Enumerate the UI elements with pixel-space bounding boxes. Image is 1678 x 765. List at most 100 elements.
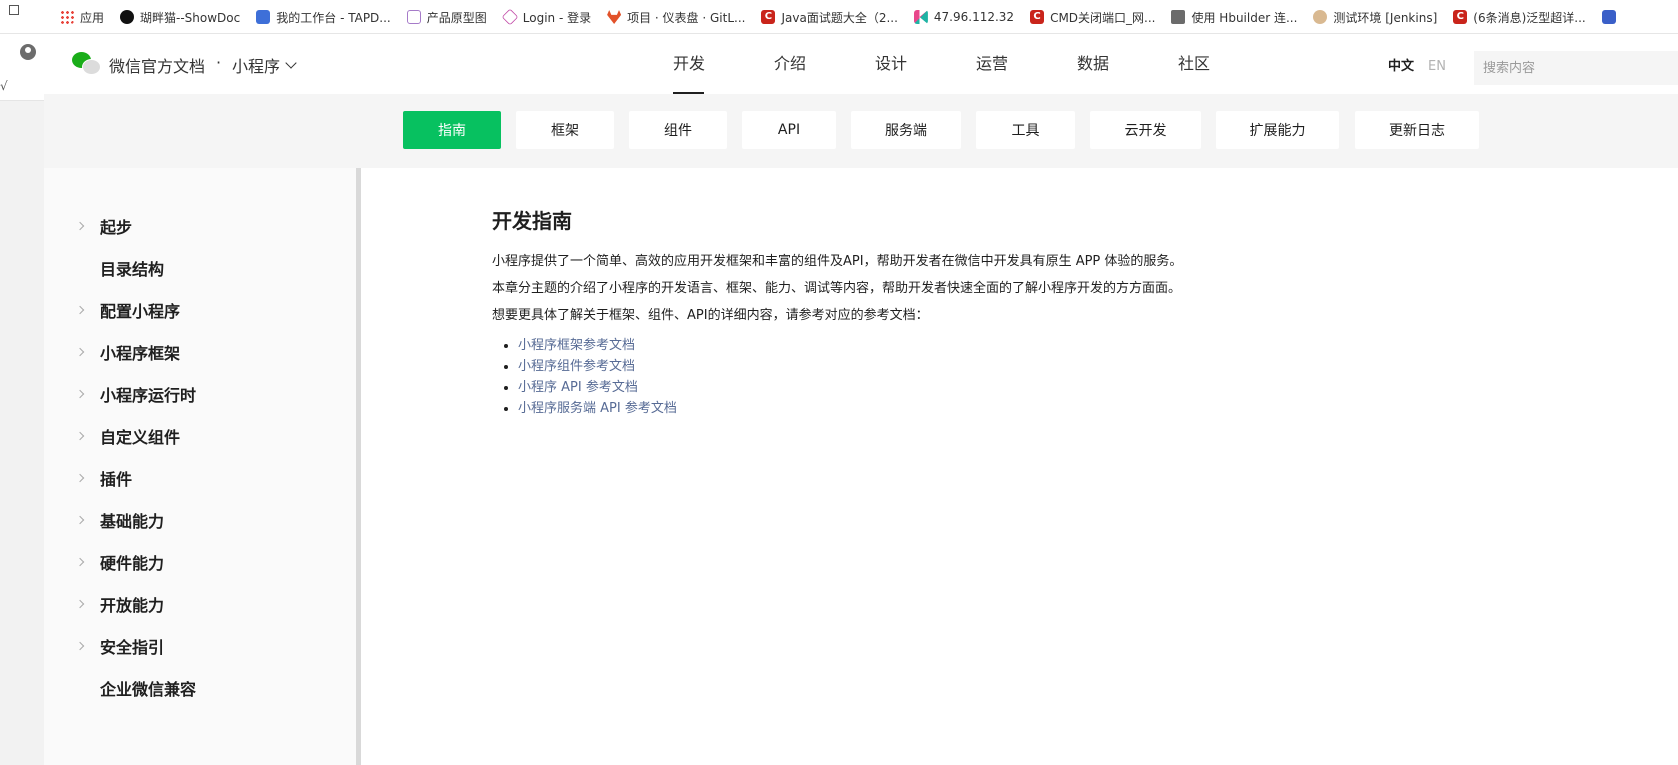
site-title[interactable]: 微信官方文档: [109, 53, 205, 77]
apps-grid-icon: [60, 10, 74, 24]
link-framework-reference[interactable]: 小程序框架参考文档: [518, 338, 635, 353]
bookmark-gitlab[interactable]: 项目 · 仪表盘 · GitL...: [607, 9, 745, 26]
sidebar-item-security[interactable]: 安全指引: [44, 625, 356, 667]
bookmark-list: 应用 瑚畔猫--ShowDoc 我的工作台 - TAPD... 产品原型图 Lo…: [60, 0, 1638, 34]
intro-text: 小程序提供了一个简单、高效的应用开发框架和丰富的组件及API，帮助开发者在微信中…: [492, 248, 1492, 329]
bookmark-ip[interactable]: 47.96.112.32: [913, 10, 1014, 24]
sidebar-item-plugins[interactable]: 插件: [44, 457, 356, 499]
sidebar-item-config[interactable]: 配置小程序: [44, 289, 356, 331]
list-item: 小程序服务端 API 参考文档: [518, 398, 1492, 419]
sidebar: 起步 目录结构 配置小程序 小程序框架 小程序运行时 自定义组件 插件 基础能力…: [44, 168, 356, 765]
chevron-right-icon: [75, 473, 85, 483]
sidebar-scrollbar[interactable]: [356, 168, 361, 765]
nav-data[interactable]: 数据: [1077, 34, 1178, 94]
bookmark-java[interactable]: C Java面试题大全（2...: [761, 9, 898, 26]
bookmark-apps[interactable]: 应用: [60, 9, 104, 26]
kibana-icon: [913, 10, 928, 24]
checkbox-icon[interactable]: [9, 5, 19, 15]
jenkins-icon: [1313, 10, 1328, 24]
subnav-tools[interactable]: 工具: [976, 111, 1075, 149]
subnav-changelog[interactable]: 更新日志: [1355, 111, 1479, 149]
chevron-right-icon: [75, 305, 85, 315]
sidebar-item-open[interactable]: 开放能力: [44, 583, 356, 625]
language-switcher: 中文 EN: [1388, 55, 1446, 74]
sidebar-item-wecom[interactable]: 企业微信兼容: [44, 667, 356, 709]
chevron-right-icon: [75, 431, 85, 441]
paragraph: 想要更具体了解关于框架、组件、API的详细内容，请参考对应的参考文档：: [492, 308, 929, 323]
site-header: 微信官方文档 · 小程序 开发 介绍 设计 运营 数据 社区 中文 EN: [44, 34, 1678, 95]
csdn-icon: C: [761, 10, 776, 24]
chevron-right-icon: [75, 389, 85, 399]
bookmark-icon: [1601, 10, 1616, 24]
sidebar-item-framework[interactable]: 小程序框架: [44, 331, 356, 373]
bookmark-jenkins[interactable]: 测试环境 [Jenkins]: [1313, 9, 1437, 26]
bookmark-more[interactable]: [1601, 10, 1622, 24]
csdn-icon: C: [1030, 10, 1045, 24]
csdn-icon: C: [1453, 10, 1468, 24]
main-content: 开发指南 小程序提供了一个简单、高效的应用开发框架和丰富的组件及API，帮助开发…: [492, 206, 1492, 419]
lang-zh[interactable]: 中文: [1388, 59, 1414, 74]
bookmarks-bar: 应用 瑚畔猫--ShowDoc 我的工作台 - TAPD... 产品原型图 Lo…: [0, 0, 1678, 34]
chevron-down-icon: [285, 56, 297, 69]
bookmark-generics[interactable]: C (6条消息)泛型超详...: [1453, 9, 1586, 26]
left-strip-top: √: [0, 34, 44, 101]
subnav-extensions[interactable]: 扩展能力: [1216, 111, 1339, 149]
nav-develop[interactable]: 开发: [673, 34, 774, 94]
login-icon: [501, 8, 519, 26]
link-components-reference[interactable]: 小程序组件参考文档: [518, 359, 635, 374]
sidebar-item-start[interactable]: 起步: [44, 205, 356, 247]
subnav-components[interactable]: 组件: [629, 111, 727, 149]
showdoc-icon: [120, 10, 135, 24]
main-nav: 开发 介绍 设计 运营 数据 社区: [673, 34, 1279, 94]
sidebar-item-hardware[interactable]: 硬件能力: [44, 541, 356, 583]
user-account-icon[interactable]: [20, 44, 36, 60]
bookmark-login[interactable]: Login - 登录: [501, 8, 591, 26]
wechat-logo-icon[interactable]: [72, 52, 101, 75]
list-item: 小程序框架参考文档: [518, 335, 1492, 356]
title-separator: ·: [216, 53, 222, 72]
sub-nav: 指南 框架 组件 API 服务端 工具 云开发 扩展能力 更新日志: [44, 94, 1678, 168]
chevron-right-icon: [75, 599, 85, 609]
bookmark-tapd[interactable]: 我的工作台 - TAPD...: [256, 9, 391, 26]
subnav-framework[interactable]: 框架: [516, 111, 614, 149]
bookmark-hbuilder[interactable]: 使用 Hbuilder 连...: [1171, 9, 1297, 26]
tapd-icon: [256, 10, 271, 24]
left-browser-strip: [0, 34, 44, 765]
lang-en[interactable]: EN: [1428, 59, 1446, 74]
paragraph: 本章分主题的介绍了小程序的开发语言、框架、能力、调试等内容，帮助开发者快速全面的…: [492, 281, 1182, 296]
sidebar-item-custom-components[interactable]: 自定义组件: [44, 415, 356, 457]
product-label: 小程序: [232, 57, 281, 76]
nav-design[interactable]: 设计: [875, 34, 976, 94]
paragraph: 小程序提供了一个简单、高效的应用开发框架和丰富的组件及API，帮助开发者在微信中…: [492, 254, 1183, 269]
subnav-server[interactable]: 服务端: [851, 111, 961, 149]
subnav-api[interactable]: API: [742, 111, 836, 149]
nav-operation[interactable]: 运营: [976, 34, 1077, 94]
list-item: 小程序 API 参考文档: [518, 377, 1492, 398]
nav-community[interactable]: 社区: [1178, 34, 1279, 94]
chevron-right-icon: [75, 515, 85, 525]
strip-mark: √: [0, 79, 8, 93]
subnav-cloud[interactable]: 云开发: [1090, 111, 1201, 149]
sidebar-item-structure[interactable]: 目录结构: [44, 247, 356, 289]
bookmark-showdoc[interactable]: 瑚畔猫--ShowDoc: [120, 9, 240, 26]
gitlab-icon: [607, 10, 622, 24]
link-api-reference[interactable]: 小程序 API 参考文档: [518, 380, 638, 395]
bookmark-prototype[interactable]: 产品原型图: [406, 9, 487, 26]
subnav-guide[interactable]: 指南: [403, 111, 501, 149]
avatar-icon: [1171, 10, 1186, 24]
sidebar-item-runtime[interactable]: 小程序运行时: [44, 373, 356, 415]
chevron-right-icon: [75, 347, 85, 357]
page-title: 开发指南: [492, 209, 572, 233]
reference-links: 小程序框架参考文档 小程序组件参考文档 小程序 API 参考文档 小程序服务端 …: [492, 335, 1492, 419]
product-switcher[interactable]: 小程序: [232, 53, 297, 77]
chevron-right-icon: [75, 557, 85, 567]
chevron-right-icon: [75, 641, 85, 651]
bookmark-cmd[interactable]: C CMD关闭端口_网...: [1030, 9, 1155, 26]
chevron-right-icon: [75, 221, 85, 231]
search-input[interactable]: [1474, 51, 1678, 85]
prototype-icon: [406, 10, 421, 24]
link-server-api-reference[interactable]: 小程序服务端 API 参考文档: [518, 401, 677, 416]
nav-intro[interactable]: 介绍: [774, 34, 875, 94]
list-item: 小程序组件参考文档: [518, 356, 1492, 377]
sidebar-item-basic[interactable]: 基础能力: [44, 499, 356, 541]
